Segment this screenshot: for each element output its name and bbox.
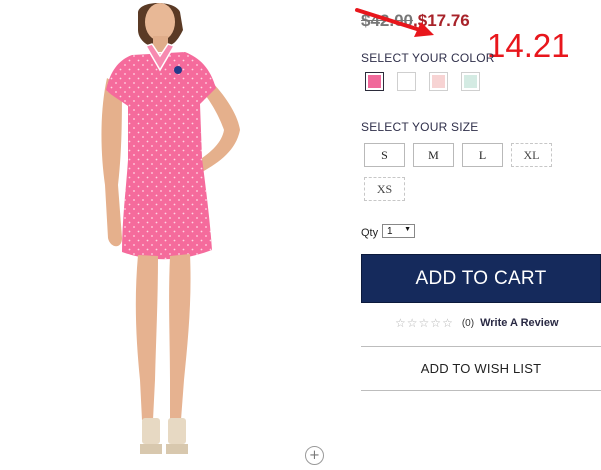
qty-label: Qty [361,227,379,239]
size-button-xs[interactable]: XS [364,177,405,201]
reviews-row: ☆ ☆ ☆ ☆ ☆ (0) Write A Review [395,317,559,329]
swatch-fill [368,75,381,88]
color-section-label: SELECT YOUR COLOR [361,51,495,65]
color-swatch-light-pink[interactable] [429,72,448,91]
size-button-xl[interactable]: XL [511,143,552,167]
color-swatch-white[interactable] [397,72,416,91]
add-to-wish-list-button[interactable]: ADD TO WISH LIST [361,347,601,390]
write-review-link[interactable]: Write A Review [480,317,558,329]
color-swatches [365,72,480,91]
product-image [60,0,310,470]
qty-select[interactable]: 1 ▼ [382,224,415,238]
red-arrow-annotation [355,8,434,37]
swatch-fill [432,75,445,88]
size-button-m[interactable]: M [413,143,454,167]
star-rating: ☆ ☆ ☆ ☆ ☆ [395,317,453,329]
add-to-cart-button[interactable]: ADD TO CART [361,254,601,303]
star-outline-icon: ☆ [430,316,442,330]
zoom-plus-icon[interactable]: + [305,446,324,465]
size-section-label: SELECT YOUR SIZE [361,120,479,134]
review-count: (0) [461,317,475,329]
color-swatch-pink[interactable] [365,72,384,91]
annotation-text: 14.21 [487,27,570,64]
qty-value: 1 [387,225,393,237]
divider [361,390,601,391]
size-button-s[interactable]: S [364,143,405,167]
chevron-down-icon: ▼ [404,226,411,233]
star-outline-icon: ☆ [418,316,430,330]
size-button-l[interactable]: L [462,143,503,167]
model-photo [101,3,240,454]
star-outline-icon: ☆ [395,316,406,330]
star-outline-icon: ☆ [442,316,453,330]
color-swatch-mint[interactable] [461,72,480,91]
swatch-fill [400,75,413,88]
swatch-fill [464,75,477,88]
star-outline-icon: ☆ [406,316,418,330]
